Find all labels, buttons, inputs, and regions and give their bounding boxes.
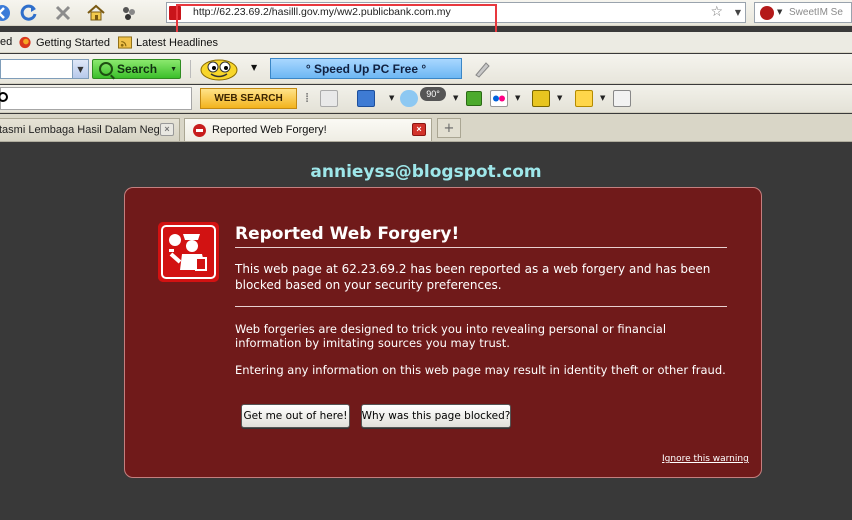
search-button-label: Search (117, 62, 158, 76)
addon-toolbar-2: WEB SEARCH ⁞ ▼ 90° ▼ ▼ ▼ ▼ (0, 85, 852, 113)
back-button[interactable] (0, 2, 14, 24)
warning-paragraph-3: Entering any information on this web pag… (235, 363, 726, 377)
toolbar-extra-button[interactable] (472, 60, 492, 78)
url-dropdown-icon[interactable]: ▼ (735, 8, 741, 17)
tab-reported-web-forgery[interactable]: Reported Web Forgery! × (184, 118, 432, 141)
tab-lembaga-hasil[interactable]: tasmi Lembaga Hasil Dalam Neg... × (0, 118, 180, 141)
notes-dropdown-icon[interactable]: ▼ (557, 94, 562, 102)
ebay-dropdown-icon[interactable]: ▼ (600, 94, 605, 102)
amazon-icon[interactable] (613, 90, 631, 107)
ignore-warning-link[interactable]: Ignore this warning (662, 454, 749, 464)
tab-label: Reported Web Forgery! (212, 124, 327, 136)
web-forgery-warning-box: Reported Web Forgery! This web page at 6… (124, 187, 762, 478)
tab-label: tasmi Lembaga Hasil Dalam Neg... (0, 124, 169, 136)
weather-temperature: 90° (420, 87, 446, 101)
warning-paragraph-1: This web page at 62.23.69.2 has been rep… (235, 262, 711, 292)
tab-close-icon[interactable]: × (160, 123, 174, 136)
bookmarks-toolbar: ed Getting Started Latest Headlines (0, 32, 852, 53)
notepad-icon[interactable] (320, 90, 338, 107)
notes-app-icon[interactable] (532, 90, 550, 107)
firefox-icon (19, 36, 31, 49)
speed-up-pc-button[interactable]: ° Speed Up PC Free ° (270, 58, 462, 79)
addon-button[interactable] (117, 2, 141, 24)
bookmark-label: ed (0, 36, 13, 48)
reload-button[interactable] (17, 2, 41, 24)
smiley-dropdown-icon[interactable]: ▼ (251, 63, 257, 72)
stop-button[interactable] (51, 2, 75, 24)
toolbar-search-button[interactable]: Search ▼ (92, 59, 181, 79)
blocked-site-icon (193, 123, 206, 137)
home-icon (87, 4, 105, 21)
toolbar-search-combo[interactable]: ▼ (0, 59, 89, 79)
pen-icon (475, 62, 490, 78)
reload-icon (20, 4, 37, 21)
move-grip-icon[interactable]: ⁞ (305, 91, 309, 106)
mail-icon[interactable] (357, 90, 375, 107)
search-engine-box[interactable]: ▼ SweetIM Se (754, 2, 852, 23)
stop-x-icon (55, 5, 71, 21)
bookmark-star-icon[interactable]: ☆ (710, 4, 723, 20)
bookmark-label: Latest Headlines (136, 36, 218, 49)
bookmark-item[interactable]: ed (0, 36, 12, 48)
engine-dropdown-icon[interactable]: ▼ (777, 8, 782, 16)
search-icon (99, 62, 113, 76)
search-dropdown-icon[interactable]: ▼ (170, 66, 177, 73)
smiley-face-icon[interactable] (198, 57, 240, 81)
tab-strip: tasmi Lembaga Hasil Dalam Neg... × Repor… (0, 114, 852, 142)
web-search-button[interactable]: WEB SEARCH (200, 88, 297, 109)
ebay-icon[interactable] (575, 90, 593, 107)
magnifier-icon (0, 92, 8, 102)
weather-dropdown-icon[interactable]: ▼ (453, 94, 458, 102)
warning-title: Reported Web Forgery! (235, 224, 727, 248)
police-officer-icon (158, 222, 219, 282)
home-button[interactable] (84, 2, 108, 24)
bookmark-getting-started[interactable]: Getting Started (18, 36, 110, 49)
why-blocked-button[interactable]: Why was this page blocked? (361, 404, 511, 428)
plus-icon: + (443, 120, 455, 136)
bookmark-latest-headlines[interactable]: Latest Headlines (118, 36, 218, 49)
flickr-dropdown-icon[interactable]: ▼ (515, 94, 520, 102)
warning-divider (235, 306, 727, 307)
weather-icon[interactable] (400, 90, 418, 107)
green-app-icon[interactable] (466, 91, 482, 106)
sweetim-logo-icon (760, 6, 774, 20)
flickr-icon[interactable] (490, 90, 508, 107)
warning-paragraph-2: Web forgeries are designed to trick you … (235, 322, 667, 350)
page-content: annieyss@blogspot.com Reported Web Forge… (0, 143, 852, 520)
bookmark-label: Getting Started (36, 36, 110, 49)
blog-watermark: annieyss@blogspot.com (310, 162, 542, 182)
get-me-out-button[interactable]: Get me out of here! (241, 404, 350, 428)
cluster-dots-icon (123, 7, 135, 20)
back-arrow-icon (0, 5, 10, 21)
toolbar-divider (190, 60, 191, 78)
rss-feed-icon (118, 36, 132, 49)
toolbar-web-search-input[interactable] (0, 87, 192, 110)
search-engine-placeholder: SweetIM Se (789, 7, 843, 18)
mail-dropdown-icon[interactable]: ▼ (389, 94, 394, 102)
new-tab-button[interactable]: + (437, 118, 461, 138)
combo-dropdown-icon[interactable]: ▼ (72, 60, 88, 78)
url-highlight-box (176, 4, 497, 35)
tab-close-icon[interactable]: × (412, 123, 426, 136)
